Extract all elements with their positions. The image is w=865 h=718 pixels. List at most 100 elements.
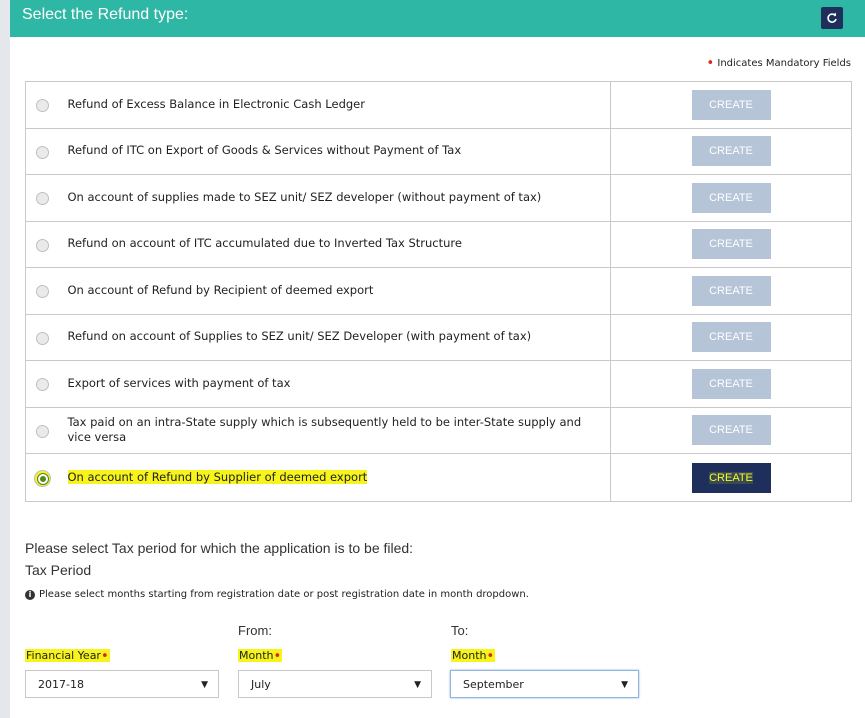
refund-radio-selected[interactable] <box>36 472 49 485</box>
dropdown-arrow-icon: ▼ <box>414 680 421 690</box>
create-button[interactable]: CREATE <box>691 322 771 353</box>
refund-option-cell: Tax paid on an intra-State supply which … <box>59 406 611 454</box>
create-button[interactable]: CREATE <box>691 136 771 167</box>
radio-cell <box>25 174 60 222</box>
info-note: i Please select months starting from reg… <box>25 589 529 600</box>
tax-period-heading: Tax Period <box>25 562 92 578</box>
info-icon: i <box>25 589 35 600</box>
create-button[interactable]: CREATE <box>691 275 771 306</box>
refresh-icon <box>827 12 837 23</box>
radio-cell <box>25 220 60 268</box>
dropdown-arrow-icon: ▼ <box>201 680 208 690</box>
refund-option-label: On account of Refund by Supplier of deem… <box>67 469 368 484</box>
to-month-select[interactable]: September ▼ <box>450 670 639 698</box>
create-button-label: CREATE <box>709 471 753 484</box>
radio-cell <box>25 453 60 502</box>
radio-cell <box>25 267 60 315</box>
create-button-cell: CREATE <box>610 313 852 361</box>
create-button-label: CREATE <box>709 238 753 251</box>
refund-option-cell: Refund of Excess Balance in Electronic C… <box>59 81 611 129</box>
refund-radio[interactable] <box>36 238 50 252</box>
refund-option-label: Tax paid on an intra-State supply which … <box>67 414 582 445</box>
create-button-label: CREATE <box>709 98 753 111</box>
left-strip <box>0 0 10 718</box>
create-button-label: CREATE <box>709 284 753 297</box>
to-month-value: September <box>463 678 524 691</box>
create-button[interactable]: CREATE <box>691 462 771 493</box>
refund-option-row: Export of services with payment of tax CR… <box>25 360 852 408</box>
create-button-cell: CREATE <box>610 81 852 129</box>
refund-option-row: On account of supplies made to SEZ unit/… <box>25 174 852 222</box>
required-marker: • <box>273 649 282 664</box>
create-button-cell: CREATE <box>610 174 852 222</box>
section-title: Select the Refund type: <box>22 6 189 23</box>
financial-year-value: 2017-18 <box>38 678 84 691</box>
refund-option-cell: Export of services with payment of tax <box>59 360 611 408</box>
to-label: To: <box>451 623 469 638</box>
refund-radio[interactable] <box>36 99 50 113</box>
create-button-cell: CREATE <box>610 220 852 268</box>
radio-cell <box>25 127 60 175</box>
refund-radio[interactable] <box>36 378 50 392</box>
create-button-cell: CREATE <box>610 406 852 454</box>
mandatory-note-text: Indicates Mandatory Fields <box>717 58 851 69</box>
refund-option-cell: Refund of ITC on Export of Goods & Servi… <box>59 127 611 175</box>
refresh-button[interactable] <box>821 7 843 29</box>
refund-option-row: Refund of ITC on Export of Goods & Servi… <box>25 127 852 175</box>
refund-radio[interactable] <box>36 145 50 159</box>
create-button-cell: CREATE <box>610 453 852 502</box>
required-marker: • <box>100 649 109 664</box>
tax-period-prompt: Please select Tax period for which the a… <box>25 540 414 556</box>
create-button-label: CREATE <box>709 331 753 344</box>
required-marker: • <box>706 56 715 71</box>
from-month-select[interactable]: July ▼ <box>238 670 432 698</box>
from-month-label: Month• <box>238 649 283 664</box>
create-button[interactable]: CREATE <box>691 89 771 120</box>
radio-cell <box>25 406 60 454</box>
refund-option-row: Tax paid on an intra-State supply which … <box>25 406 852 454</box>
create-button-label: CREATE <box>709 191 753 204</box>
radio-cell <box>25 313 60 361</box>
financial-year-select[interactable]: 2017-18 ▼ <box>25 670 219 698</box>
info-note-text: Please select months starting from regis… <box>39 589 529 600</box>
refund-option-cell: Refund on account of Supplies to SEZ uni… <box>59 313 611 361</box>
radio-cell <box>25 81 60 129</box>
refund-radio[interactable] <box>36 285 50 299</box>
refund-option-label: Export of services with payment of tax <box>67 375 291 390</box>
create-button-cell: CREATE <box>610 360 852 408</box>
create-button-cell: CREATE <box>610 127 852 175</box>
from-month-value: July <box>251 678 271 691</box>
refund-option-row: On account of Refund by Supplier of deem… <box>25 453 852 502</box>
refund-option-cell: Refund on account of ITC accumulated due… <box>59 220 611 268</box>
create-button[interactable]: CREATE <box>691 415 771 446</box>
create-button-cell: CREATE <box>610 267 852 315</box>
refund-option-cell: On account of Refund by Supplier of deem… <box>59 453 611 502</box>
to-month-label: Month• <box>451 649 496 664</box>
create-button[interactable]: CREATE <box>691 368 771 399</box>
refund-option-label: On account of Refund by Recipient of dee… <box>67 282 374 297</box>
refund-option-cell: On account of Refund by Recipient of dee… <box>59 267 611 315</box>
from-label: From: <box>238 623 272 638</box>
refund-type-table: Refund of Excess Balance in Electronic C… <box>25 81 852 502</box>
refund-radio[interactable] <box>36 192 50 206</box>
refund-option-row: Refund of Excess Balance in Electronic C… <box>25 81 852 129</box>
refund-radio[interactable] <box>36 424 50 438</box>
section-header: Select the Refund type: <box>10 0 865 37</box>
create-button[interactable]: CREATE <box>691 182 771 213</box>
refund-radio[interactable] <box>36 331 50 345</box>
refund-radio-highlight <box>34 470 52 487</box>
refund-option-label: Refund on account of Supplies to SEZ uni… <box>67 329 532 344</box>
create-button-label: CREATE <box>709 424 753 437</box>
refund-option-row: Refund on account of ITC accumulated due… <box>25 220 852 268</box>
required-marker: • <box>486 649 495 664</box>
refund-option-label: Refund of ITC on Export of Goods & Servi… <box>67 143 462 158</box>
refund-option-cell: On account of supplies made to SEZ unit/… <box>59 174 611 222</box>
create-button-label: CREATE <box>709 145 753 158</box>
refund-option-label: Refund on account of ITC accumulated due… <box>67 236 462 251</box>
create-button[interactable]: CREATE <box>691 229 771 260</box>
radio-cell <box>25 360 60 408</box>
refund-option-row: Refund on account of Supplies to SEZ uni… <box>25 313 852 361</box>
dropdown-arrow-icon: ▼ <box>621 680 628 690</box>
mandatory-note: • Indicates Mandatory Fields <box>706 56 851 71</box>
refund-option-label: On account of supplies made to SEZ unit/… <box>67 189 542 204</box>
